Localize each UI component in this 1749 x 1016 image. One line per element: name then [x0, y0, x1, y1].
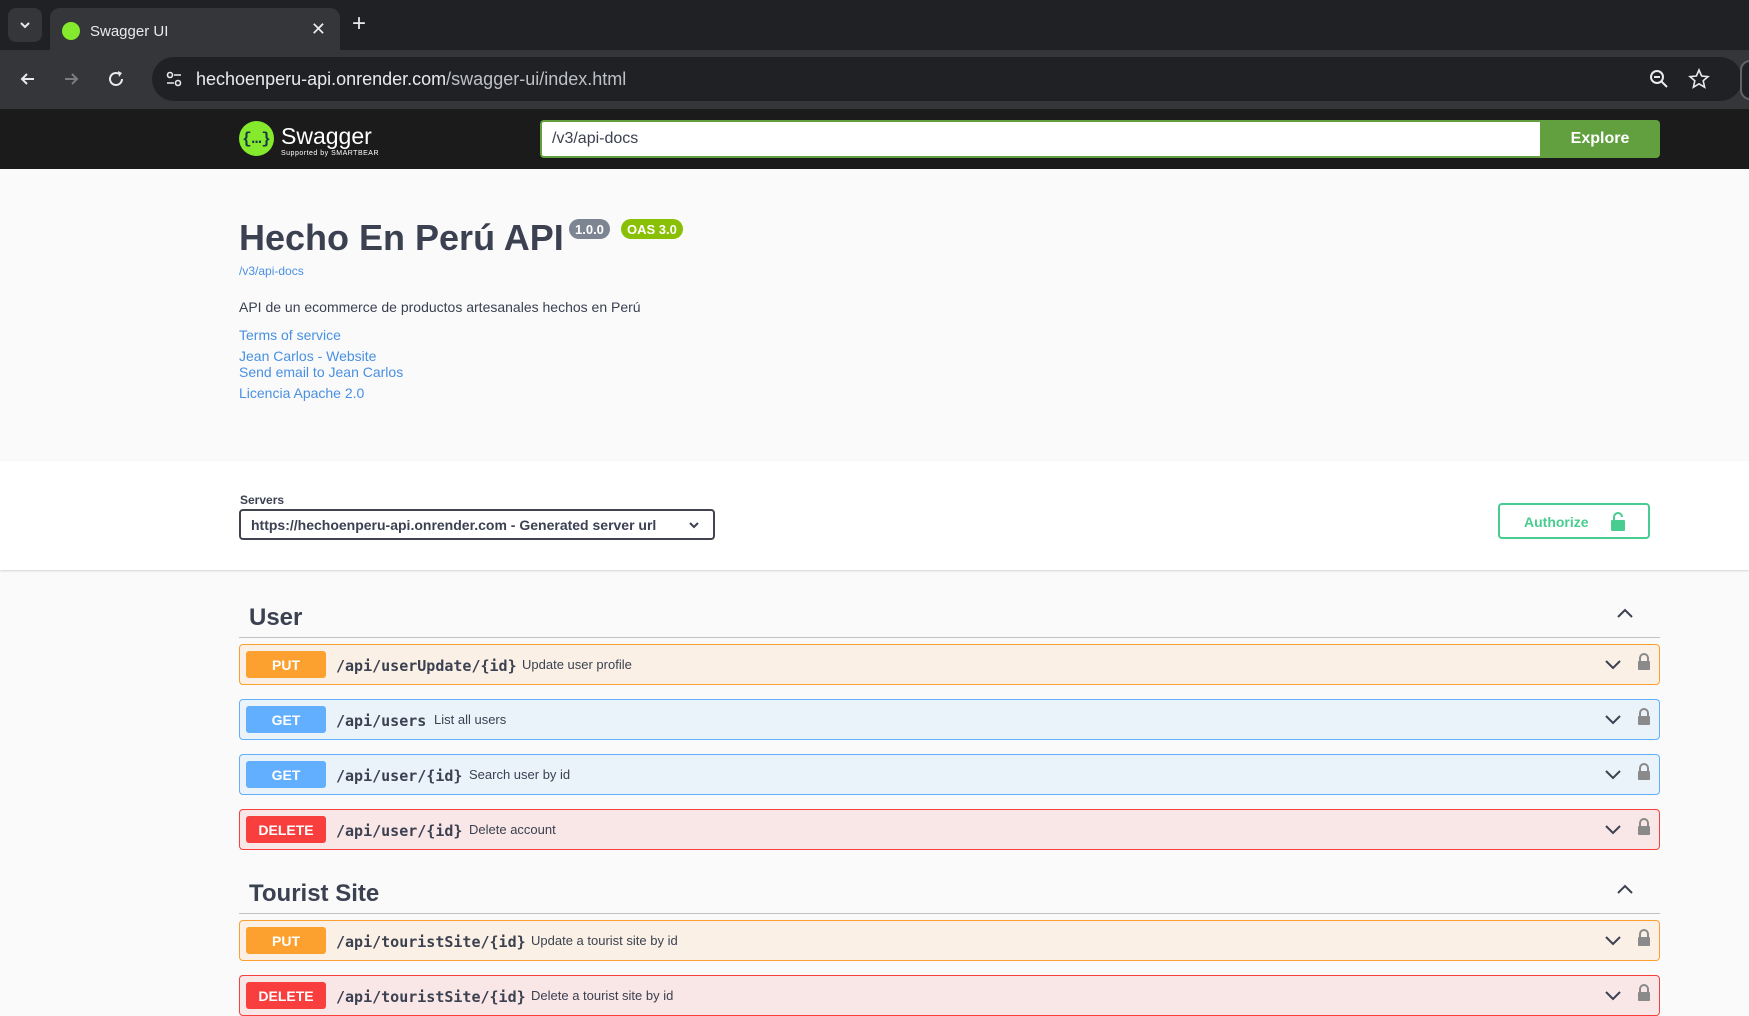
chevron-up-icon[interactable]	[1615, 882, 1635, 896]
operation-row[interactable]: GET /api/users List all users	[239, 699, 1660, 740]
operation-path: /api/user/{id}	[336, 822, 463, 840]
method-badge: GET	[246, 706, 326, 733]
terms-link[interactable]: Terms of service	[239, 327, 341, 343]
operation-summary: Delete a tourist site by id	[531, 988, 674, 1003]
tag-name: Tourist Site	[249, 880, 380, 907]
contact-email-link[interactable]: Send email to Jean Carlos	[239, 364, 403, 380]
scheme-container: Servers https://hechoenperu-api.onrender…	[0, 461, 1749, 570]
authorize-label: Authorize	[1524, 514, 1589, 530]
lock-icon[interactable]	[1637, 818, 1651, 836]
profile-avatar[interactable]	[1740, 60, 1749, 100]
close-tab-icon[interactable]: ✕	[311, 20, 326, 38]
method-badge: PUT	[246, 651, 326, 678]
servers-select[interactable]: https://hechoenperu-api.onrender.com - G…	[239, 509, 715, 540]
address-url: hechoenperu-api.onrender.com/swagger-ui/…	[196, 69, 626, 90]
swagger-logo-icon: {…}	[239, 121, 274, 156]
logo-text: Swagger	[281, 123, 372, 149]
operation-summary: List all users	[434, 712, 507, 727]
new-tab-icon[interactable]: +	[352, 12, 366, 36]
chevron-down-icon[interactable]	[1603, 822, 1623, 838]
swagger-favicon-icon	[62, 22, 80, 40]
operation-summary: Update a tourist site by id	[531, 933, 678, 948]
chevron-down-icon[interactable]	[1603, 767, 1623, 783]
swagger-logo[interactable]: {…} Swagger Supported by SMARTBEAR	[239, 119, 389, 159]
chevron-down-icon[interactable]	[1603, 657, 1623, 673]
swagger-topbar: {…} Swagger Supported by SMARTBEAR /v3/a…	[0, 109, 1749, 169]
lock-icon[interactable]	[1637, 653, 1651, 671]
api-title: Hecho En Perú API	[239, 217, 564, 258]
tag-name: User	[249, 604, 303, 631]
contact-website-link[interactable]: Jean Carlos - Website	[239, 348, 376, 364]
tab-search-button[interactable]	[8, 8, 42, 42]
api-info: Hecho En Perú API 1.0.0 OAS 3.0 /v3/api-…	[0, 169, 1749, 461]
operation-summary: Update user profile	[522, 657, 632, 672]
lock-icon[interactable]	[1637, 763, 1651, 781]
logo-subtext: Supported by SMARTBEAR	[281, 150, 380, 157]
operation-row[interactable]: GET /api/user/{id} Search user by id	[239, 754, 1660, 795]
tab-title: Swagger UI	[90, 23, 169, 40]
chevron-down-icon[interactable]	[1603, 712, 1623, 728]
address-host: hechoenperu-api.onrender.com	[196, 69, 447, 89]
reload-icon[interactable]	[103, 66, 129, 92]
address-path: /swagger-ui/index.html	[446, 69, 627, 89]
chevron-down-icon[interactable]	[1603, 933, 1623, 949]
method-badge: DELETE	[246, 982, 326, 1009]
oas-badge: OAS 3.0	[621, 219, 683, 239]
spec-url-input[interactable]: /v3/api-docs	[540, 120, 1540, 158]
forward-icon[interactable]	[58, 66, 84, 92]
operation-path: /api/user/{id}	[336, 767, 463, 785]
zoom-icon[interactable]	[1648, 68, 1670, 90]
site-info-icon[interactable]	[164, 69, 184, 89]
tag-header-tourist-site[interactable]: Tourist Site	[239, 868, 1660, 914]
api-description: API de un ecommerce de productos artesan…	[239, 299, 641, 315]
license-link[interactable]: Licencia Apache 2.0	[239, 385, 364, 401]
lock-icon[interactable]	[1637, 708, 1651, 726]
operation-row[interactable]: PUT /api/userUpdate/{id} Update user pro…	[239, 644, 1660, 685]
browser-nav-bar: hechoenperu-api.onrender.com/swagger-ui/…	[0, 50, 1749, 109]
operation-path: /api/userUpdate/{id}	[336, 657, 517, 675]
authorize-button[interactable]: Authorize	[1498, 503, 1650, 539]
method-badge: DELETE	[246, 816, 326, 843]
operation-summary: Search user by id	[469, 767, 571, 782]
operation-row[interactable]: DELETE /api/user/{id} Delete account	[239, 809, 1660, 850]
bookmark-star-icon[interactable]	[1688, 68, 1710, 90]
operation-path: /api/touristSite/{id}	[336, 933, 526, 951]
servers-selected-value: https://hechoenperu-api.onrender.com - G…	[251, 516, 657, 533]
explore-button[interactable]: Explore	[1540, 120, 1660, 158]
operation-path: /api/users	[336, 712, 427, 730]
method-badge: PUT	[246, 927, 326, 954]
chevron-down-icon	[20, 22, 30, 29]
tag-header-user[interactable]: User	[239, 592, 1660, 638]
lock-icon[interactable]	[1637, 929, 1651, 947]
back-icon[interactable]	[15, 66, 41, 92]
method-badge: GET	[246, 761, 326, 788]
chevron-down-icon	[689, 522, 699, 529]
servers-label: Servers	[240, 493, 285, 507]
chevron-up-icon[interactable]	[1615, 606, 1635, 620]
operation-path: /api/touristSite/{id}	[336, 988, 526, 1006]
operation-row[interactable]: DELETE /api/touristSite/{id} Delete a to…	[239, 975, 1660, 1016]
browser-tab[interactable]: Swagger UI ✕	[50, 8, 340, 50]
operation-row[interactable]: PUT /api/touristSite/{id} Update a touri…	[239, 920, 1660, 961]
operation-summary: Delete account	[469, 822, 556, 837]
version-badge: 1.0.0	[569, 219, 610, 239]
browser-tab-bar: Swagger UI ✕ +	[0, 0, 1749, 50]
unlocked-icon	[1611, 512, 1625, 531]
spec-link[interactable]: /v3/api-docs	[239, 264, 304, 278]
lock-icon[interactable]	[1637, 984, 1651, 1002]
spec-url-value: /v3/api-docs	[552, 130, 639, 147]
address-bar[interactable]: hechoenperu-api.onrender.com/swagger-ui/…	[152, 57, 1742, 101]
chevron-down-icon[interactable]	[1603, 988, 1623, 1004]
